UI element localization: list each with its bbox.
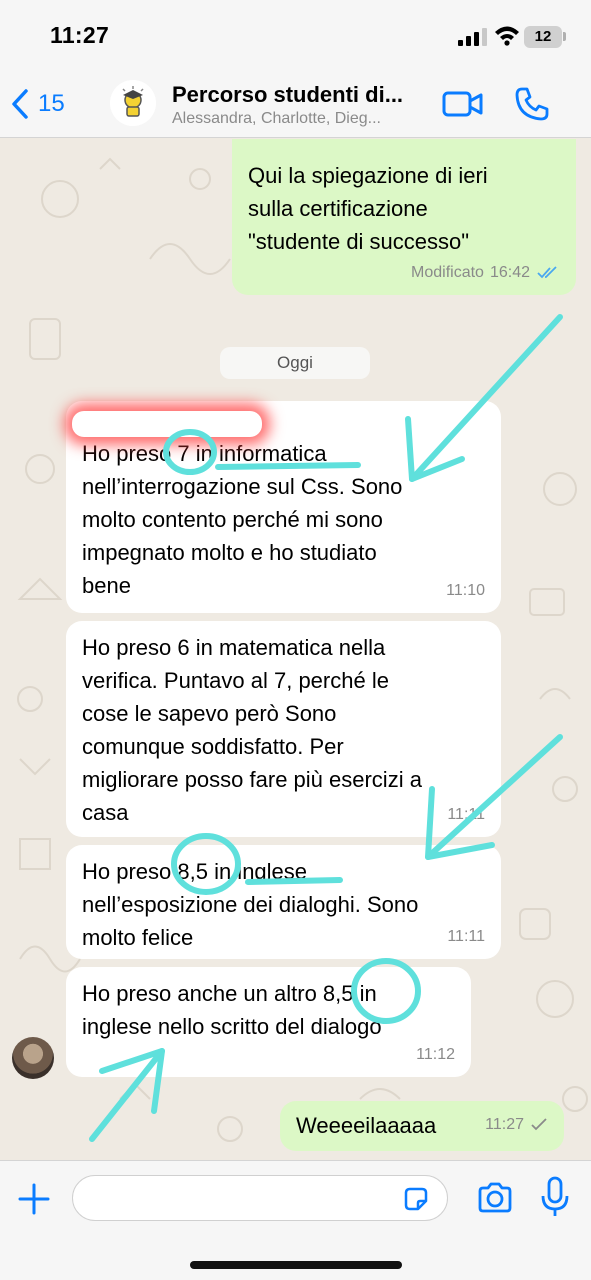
sticker-icon[interactable] <box>402 1185 430 1213</box>
sender-avatar[interactable] <box>12 1037 54 1079</box>
back-chevron-icon <box>12 89 28 119</box>
home-indicator <box>190 1261 402 1269</box>
date-divider: Oggi <box>220 347 370 379</box>
status-time: 11:27 <box>50 22 110 48</box>
message-input[interactable] <box>72 1175 448 1221</box>
chat-participants[interactable]: Alessandra, Charlotte, Dieg... <box>172 110 381 128</box>
cellular-signal-icon <box>458 28 487 46</box>
message-time: 11:11 <box>447 806 485 823</box>
message-meta: 11:11 <box>447 920 485 953</box>
wifi-icon <box>495 26 519 46</box>
message-bubble-incoming[interactable]: Ho preso 8,5 in inglese nell’esposizione… <box>66 845 501 959</box>
message-meta: 11:11 <box>447 798 485 831</box>
video-call-icon[interactable] <box>442 90 484 118</box>
message-text: Qui la spiegazione di ieri sulla certifi… <box>248 163 488 254</box>
message-text: Ho preso 6 in matematica nella verifica.… <box>82 635 422 825</box>
battery-tip <box>563 32 566 41</box>
message-time: 16:42 <box>489 264 530 281</box>
message-time: 11:27 <box>485 1116 524 1133</box>
message-text: Ho preso anche un altro 8,5 in inglese n… <box>82 981 382 1039</box>
camera-icon[interactable] <box>476 1179 514 1217</box>
edited-label: Modificato <box>411 264 484 281</box>
message-text: Ho preso 8,5 in inglese nell’esposizione… <box>82 859 419 950</box>
microphone-icon[interactable] <box>538 1175 572 1219</box>
input-bar <box>0 1160 591 1280</box>
sender-name-redacted <box>72 411 262 437</box>
message-meta: 11:12 <box>416 1038 455 1071</box>
battery-indicator: 12 <box>524 26 562 48</box>
back-button[interactable]: 15 <box>10 86 65 122</box>
message-bubble-incoming[interactable]: Ho preso anche un altro 8,5 in inglese n… <box>66 967 471 1077</box>
message-bubble-outgoing[interactable]: Weeeeilaaaaa 11:27 <box>280 1101 564 1151</box>
sent-check-icon <box>531 1117 547 1130</box>
unread-count: 15 <box>38 90 65 117</box>
message-bubble-outgoing[interactable]: Qui la spiegazione di ieri sulla certifi… <box>232 139 576 295</box>
plus-icon[interactable] <box>14 1179 54 1219</box>
message-meta: 11:27 <box>485 1108 548 1141</box>
message-meta: Modificato 16:42 <box>411 256 560 289</box>
message-text: Ho preso 7 in informatica nell’interroga… <box>82 441 403 598</box>
message-time: 11:11 <box>447 928 485 945</box>
phone-icon[interactable] <box>514 86 550 122</box>
chat-title[interactable]: Percorso studenti di... <box>172 82 403 108</box>
message-meta: 11:10 <box>446 574 485 607</box>
group-avatar[interactable] <box>110 80 156 126</box>
status-bar: 11:27 12 <box>0 0 591 70</box>
message-time: 11:12 <box>416 1046 455 1063</box>
message-bubble-incoming[interactable]: Ho preso 6 in matematica nella verifica.… <box>66 621 501 837</box>
chat-header: 15 Percorso studenti di... Alessandra, C… <box>0 70 591 138</box>
message-time: 11:10 <box>446 582 485 599</box>
read-receipt-icon <box>537 265 557 278</box>
chat-area[interactable]: Qui la spiegazione di ieri sulla certifi… <box>0 139 591 1160</box>
